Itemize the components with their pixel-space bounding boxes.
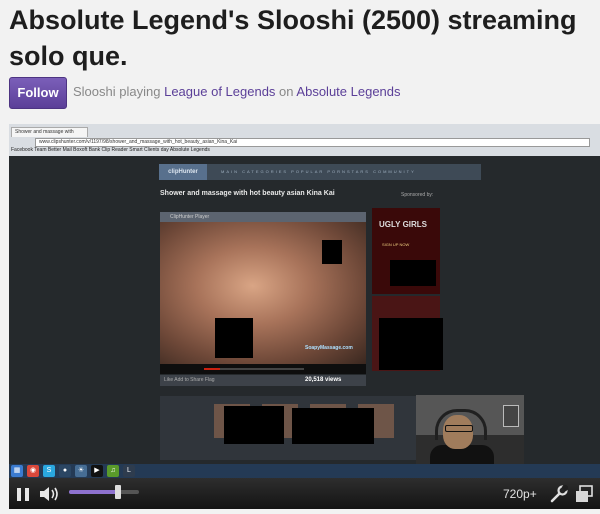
game-link[interactable]: League of Legends xyxy=(164,84,275,99)
volume-slider-knob[interactable] xyxy=(115,485,121,499)
webcam-wall-frame xyxy=(503,405,519,427)
stream-title: Absolute Legend's Slooshi (2500) streami… xyxy=(9,5,577,71)
chrome-icon: ◉ xyxy=(27,465,39,477)
windows-start-icon: ▦ xyxy=(11,465,23,477)
video-player-icon: ▶ xyxy=(91,465,103,477)
captured-bookmarks-bar: Facebook Team Better Mail Boxoft Bank Cl… xyxy=(11,147,210,153)
captured-ad-subtitle: SIGN UP NOW xyxy=(382,242,410,247)
censor-box xyxy=(292,408,374,444)
volume-slider-fill xyxy=(69,490,118,494)
volume-icon[interactable] xyxy=(39,485,61,503)
team-link[interactable]: Absolute Legends xyxy=(296,84,400,99)
follow-button[interactable]: Follow xyxy=(9,77,67,109)
captured-address-bar: www.clipshunter.com/v/1197/98/shower_and… xyxy=(35,138,590,147)
spotify-icon: ♫ xyxy=(107,465,119,477)
stream-video[interactable]: Shower and massage with www.clipshunter.… xyxy=(9,124,600,478)
pause-icon[interactable] xyxy=(17,488,29,501)
headset-icon xyxy=(435,409,487,440)
league-icon: L xyxy=(123,465,135,477)
volume-slider[interactable] xyxy=(69,485,139,499)
captured-ad-title: UGLY GIRLS xyxy=(379,220,428,229)
captured-player-header-text: ClipHunter Player xyxy=(170,214,210,220)
video-player[interactable]: Shower and massage with www.clipshunter.… xyxy=(9,124,600,509)
popout-icon[interactable] xyxy=(575,485,593,503)
captured-video-progress-fill xyxy=(204,368,220,370)
quality-selector[interactable]: 720p+ xyxy=(503,485,537,503)
captured-site-logo: clipHunter xyxy=(159,164,207,180)
captured-video-toolbar-text: Like Add to Share Flag xyxy=(164,377,215,383)
captured-sponsored-label: Sponsored by: xyxy=(401,192,434,198)
steam-icon: ● xyxy=(59,465,71,477)
captured-video-title: Shower and massage with hot beauty asian… xyxy=(160,190,335,197)
streamer-name: Slooshi xyxy=(73,84,116,99)
captured-video-watermark: SoapyMassage.com xyxy=(305,345,353,351)
playing-text: playing xyxy=(119,84,161,99)
censor-box xyxy=(379,318,443,370)
captured-site-nav-items: MAIN CATEGORIES POPULAR PORNSTARS COMMUN… xyxy=(221,169,416,174)
stream-meta: Slooshi playing League of Legends on Abs… xyxy=(73,84,401,99)
on-text: on xyxy=(279,84,294,99)
settings-wrench-icon[interactable] xyxy=(550,485,568,503)
media-icon: ☀ xyxy=(75,465,87,477)
captured-browser-tab: Shower and massage with xyxy=(11,127,88,137)
captured-view-count: 20,518 views xyxy=(305,377,342,383)
censor-box xyxy=(224,406,284,444)
censor-box xyxy=(390,260,436,286)
skype-icon: S xyxy=(43,465,55,477)
censor-box xyxy=(322,240,342,264)
censor-box xyxy=(215,318,253,358)
